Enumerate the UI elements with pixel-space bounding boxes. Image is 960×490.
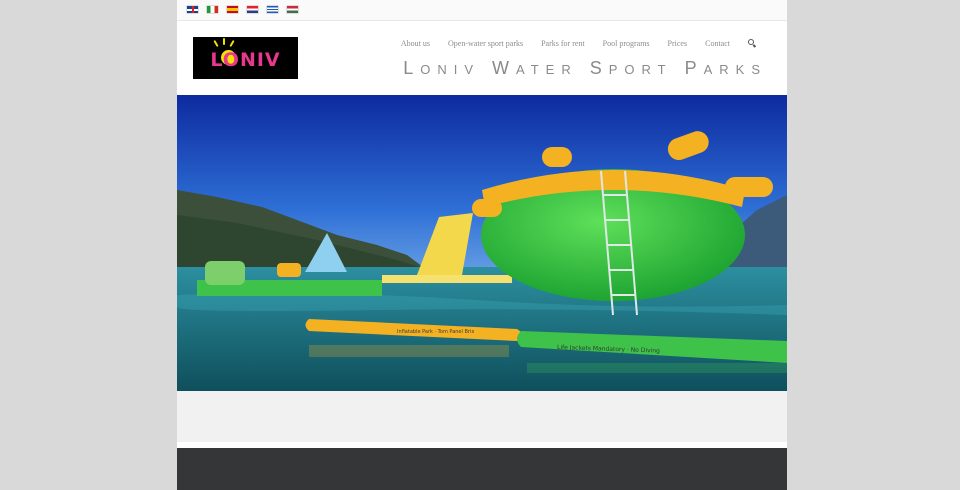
site-logo[interactable]: LONIV: [193, 37, 298, 79]
logo-ray: [213, 39, 219, 48]
main-navigation: About us Open-water sport parks Parks fo…: [401, 39, 757, 48]
flag-hu-icon[interactable]: [287, 6, 298, 13]
nav-item-open-water-parks[interactable]: Open-water sport parks: [448, 39, 523, 48]
logo-ray: [229, 39, 235, 48]
language-flags: [187, 6, 298, 13]
content-band: [177, 391, 787, 442]
boom-text-yellow: Inflatable Park · Tom Panel Brix: [397, 329, 474, 335]
nav-item-prices[interactable]: Prices: [668, 39, 688, 48]
flag-gr-icon[interactable]: [267, 6, 278, 13]
page-container: LONIV About us Open-water sport parks Pa…: [177, 0, 787, 490]
logo-text: LONIV: [210, 49, 281, 71]
nav-item-pool-programs[interactable]: Pool programs: [603, 39, 650, 48]
site-header: LONIV About us Open-water sport parks Pa…: [177, 21, 787, 95]
language-bar: [177, 0, 787, 21]
nav-item-contact[interactable]: Contact: [705, 39, 730, 48]
nav-item-parks-for-rent[interactable]: Parks for rent: [541, 39, 585, 48]
site-title: Loniv Water Sport Parks: [403, 58, 767, 78]
nav-item-about-us[interactable]: About us: [401, 39, 430, 48]
flag-it-icon[interactable]: [207, 6, 218, 13]
site-footer: [177, 448, 787, 490]
inflatable-water-park-photo: Inflatable Park · Tom Panel Brix Life Ja…: [177, 95, 787, 391]
flag-en-icon[interactable]: [187, 6, 198, 13]
flag-hr-icon[interactable]: [247, 6, 258, 13]
logo-ray: [223, 38, 225, 45]
hero-image: Inflatable Park · Tom Panel Brix Life Ja…: [177, 95, 787, 391]
search-icon[interactable]: [748, 39, 757, 48]
flag-es-icon[interactable]: [227, 6, 238, 13]
